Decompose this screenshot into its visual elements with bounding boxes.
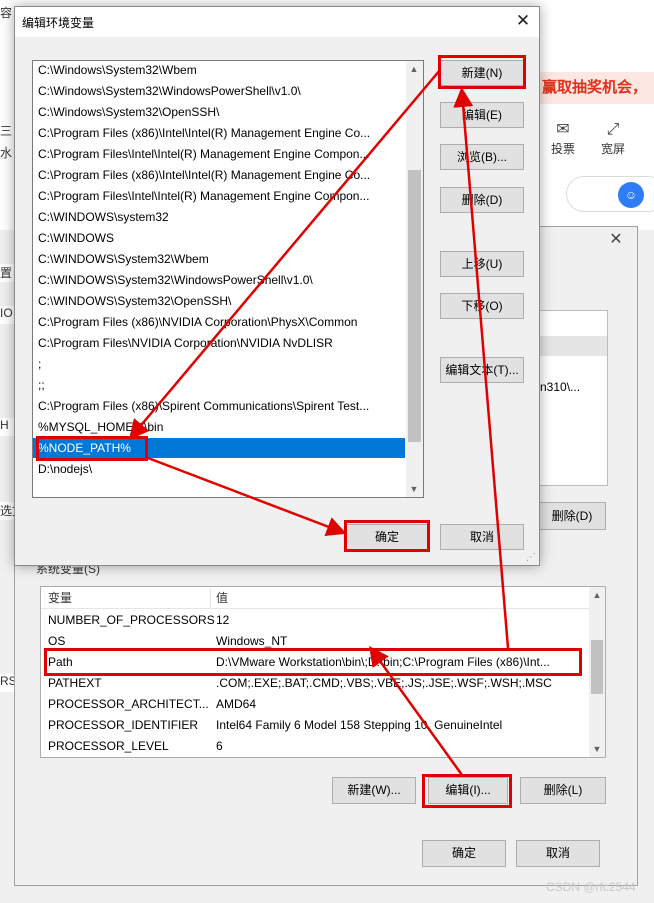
- column-divider: [210, 588, 211, 608]
- user-variable-value: n310\...: [540, 380, 581, 394]
- highlight-new-button: [438, 55, 526, 89]
- system-delete-button[interactable]: 删除(L): [520, 777, 606, 804]
- path-entry[interactable]: C:\WINDOWS\System32\OpenSSH\: [38, 291, 402, 312]
- system-var-name[interactable]: NUMBER_OF_PROCESSORS: [48, 610, 215, 631]
- scroll-down-icon[interactable]: ▼: [406, 481, 422, 497]
- env-cancel-button[interactable]: 取消: [516, 840, 600, 867]
- highlight-node-path-entry: [36, 436, 148, 461]
- system-var-value[interactable]: AMD64: [216, 694, 584, 715]
- path-entry[interactable]: %MYSQL_HOME%\bin: [38, 417, 402, 438]
- fullscreen-icon: ⤢: [606, 121, 620, 138]
- scroll-down-icon[interactable]: ▼: [589, 741, 605, 757]
- browse-button[interactable]: 浏览(B)...: [440, 144, 524, 170]
- user-delete-button[interactable]: 删除(D): [538, 502, 606, 530]
- path-entry[interactable]: C:\Windows\System32\WindowsPowerShell\v1…: [38, 81, 402, 102]
- path-entry[interactable]: ;;: [38, 375, 402, 396]
- move-up-button[interactable]: 上移(U): [440, 251, 524, 277]
- assistant-icon[interactable]: ☺: [618, 182, 644, 208]
- move-down-button[interactable]: 下移(O): [440, 293, 524, 319]
- path-entry[interactable]: C:\Program Files (x86)\Intel\Intel(R) Ma…: [38, 123, 402, 144]
- system-var-value[interactable]: Intel64 Family 6 Model 158 Stepping 10, …: [216, 715, 584, 736]
- promo-banner[interactable]: 赢取抽奖机会，: [538, 72, 654, 104]
- close-icon[interactable]: ✕: [606, 230, 626, 250]
- system-var-name[interactable]: PROCESSOR_ARCHITECT...: [48, 694, 209, 715]
- delete-button[interactable]: 删除(D): [440, 187, 524, 213]
- scroll-up-icon[interactable]: ▲: [589, 587, 605, 603]
- path-entry[interactable]: C:\WINDOWS\System32\WindowsPowerShell\v1…: [38, 270, 402, 291]
- system-new-button[interactable]: 新建(W)...: [332, 777, 416, 804]
- widescreen-tool[interactable]: ⤢ 宽屏: [590, 120, 636, 160]
- path-entry[interactable]: ;: [38, 354, 402, 375]
- path-entry[interactable]: D:\nodejs\: [38, 459, 402, 480]
- path-entry[interactable]: C:\Program Files (x86)\NVIDIA Corporatio…: [38, 312, 402, 333]
- path-entry[interactable]: C:\WINDOWS: [38, 228, 402, 249]
- path-entry[interactable]: C:\Windows\System32\Wbem: [38, 60, 402, 81]
- widescreen-label: 宽屏: [600, 142, 625, 156]
- system-var-value[interactable]: 12: [216, 610, 584, 631]
- env-ok-button[interactable]: 确定: [422, 840, 506, 867]
- close-icon[interactable]: ✕: [512, 10, 534, 32]
- scroll-up-icon[interactable]: ▲: [406, 61, 422, 77]
- edit-button[interactable]: 编辑(E): [440, 102, 524, 128]
- cancel-button[interactable]: 取消: [440, 524, 524, 550]
- system-var-name[interactable]: PROCESSOR_LEVEL: [48, 736, 169, 757]
- scrollbar-thumb[interactable]: [591, 640, 603, 694]
- path-entry[interactable]: C:\Windows\System32\OpenSSH\: [38, 102, 402, 123]
- system-var-value[interactable]: .COM;.EXE;.BAT;.CMD;.VBS;.VBE;.JS;.JSE;.…: [216, 673, 584, 694]
- highlight-edit-button: [422, 774, 512, 808]
- path-entry[interactable]: C:\WINDOWS\system32: [38, 207, 402, 228]
- vote-tool[interactable]: ✉ 投票: [540, 120, 586, 160]
- highlight-ok-button: [344, 520, 430, 552]
- path-entry[interactable]: C:\Program Files\Intel\Intel(R) Manageme…: [38, 144, 402, 165]
- system-var-value[interactable]: 6: [216, 736, 584, 757]
- scrollbar-thumb[interactable]: [408, 170, 421, 442]
- path-entry[interactable]: C:\Program Files (x86)\Spirent Communica…: [38, 396, 402, 417]
- path-entry[interactable]: C:\Program Files (x86)\Intel\Intel(R) Ma…: [38, 165, 402, 186]
- vote-label: 投票: [550, 142, 575, 156]
- path-entry[interactable]: C:\Program Files\Intel\Intel(R) Manageme…: [38, 186, 402, 207]
- path-entry[interactable]: C:\Program Files\NVIDIA Corporation\NVID…: [38, 333, 402, 354]
- system-var-name[interactable]: PATHEXT: [48, 673, 102, 694]
- column-header-value[interactable]: 值: [216, 588, 584, 609]
- vote-icon: ✉: [556, 121, 570, 138]
- user-variable-selected-row[interactable]: [539, 336, 607, 356]
- path-entry[interactable]: C:\WINDOWS\System32\Wbem: [38, 249, 402, 270]
- edit-text-button[interactable]: 编辑文本(T)...: [440, 357, 524, 383]
- dialog-title: 编辑环境变量: [22, 16, 95, 30]
- system-var-name[interactable]: PROCESSOR_IDENTIFIER: [48, 715, 198, 736]
- watermark: CSDN @rfc2544: [546, 880, 636, 894]
- column-header-variable[interactable]: 变量: [48, 588, 72, 609]
- resize-grip-icon[interactable]: ⋰: [526, 552, 538, 564]
- highlight-path-variable: [44, 648, 582, 676]
